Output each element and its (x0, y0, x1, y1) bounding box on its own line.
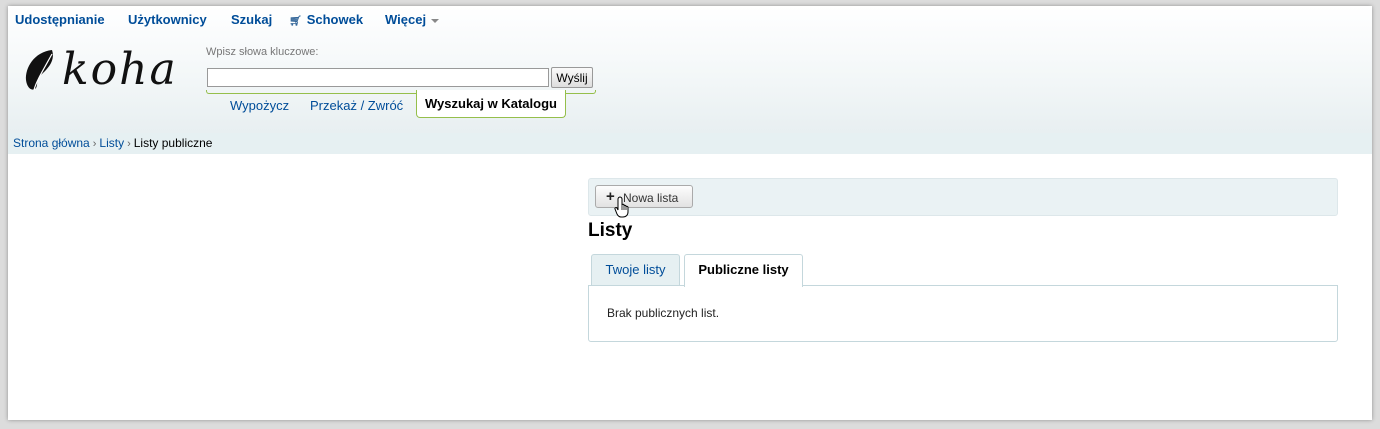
nav-more[interactable]: Więcej (385, 12, 440, 27)
nav-more-label: Więcej (385, 12, 427, 27)
koha-window: Udostępnianie Użytkownicy Szukaj 🛒︎ Schow… (8, 6, 1372, 420)
logo-text: koha (62, 44, 178, 95)
breadcrumb: Strona główna › Listy › Listy publiczne (8, 133, 1372, 154)
breadcrumb-lists[interactable]: Listy (99, 136, 124, 150)
public-lists-panel: Brak publicznych list. (588, 285, 1338, 342)
search-label: Wpisz słowa kluczowe: (206, 46, 319, 58)
empty-lists-message: Brak publicznych list. (607, 306, 720, 320)
koha-leaf-icon (25, 50, 53, 91)
nav-cart[interactable]: 🛒︎ Schowek (289, 12, 363, 27)
caret-down-icon (431, 18, 440, 23)
tab-your-lists[interactable]: Twoje listy (591, 254, 680, 286)
header: Udostępnianie Użytkownicy Szukaj 🛒︎ Schow… (8, 6, 1372, 133)
search-tab-checkin[interactable]: Przekaż / Zwróć (310, 98, 403, 113)
breadcrumb-separator: › (127, 138, 131, 150)
hand-cursor-icon (614, 196, 629, 218)
cart-icon: 🛒︎ (289, 16, 302, 27)
breadcrumb-trail: Strona główna › Listy › Listy publiczne (13, 133, 212, 155)
breadcrumb-separator: › (92, 138, 97, 150)
nav-cart-label: Schowek (306, 12, 364, 27)
search-tab-catalog[interactable]: Wyszukaj w Katalogu (416, 90, 566, 118)
search-tab-checkout[interactable]: Wypożycz (230, 98, 289, 113)
new-list-button[interactable]: + Nowa lista (595, 185, 693, 218)
search-input[interactable] (207, 68, 549, 87)
page-title: Listy (588, 220, 633, 241)
breadcrumb-current: Listy publiczne (133, 136, 213, 150)
toolbar: + Nowa lista (588, 178, 1338, 218)
tab-public-lists[interactable]: Publiczne listy (684, 254, 803, 287)
nav-circulation[interactable]: Udostępnianie (15, 12, 105, 27)
breadcrumb-home[interactable]: Strona główna (13, 136, 90, 150)
search-submit-button[interactable]: Wyślij (551, 67, 593, 88)
nav-patrons[interactable]: Użytkownicy (128, 12, 207, 27)
nav-search[interactable]: Szukaj (231, 12, 272, 27)
koha-logo[interactable]: koha (22, 46, 182, 98)
